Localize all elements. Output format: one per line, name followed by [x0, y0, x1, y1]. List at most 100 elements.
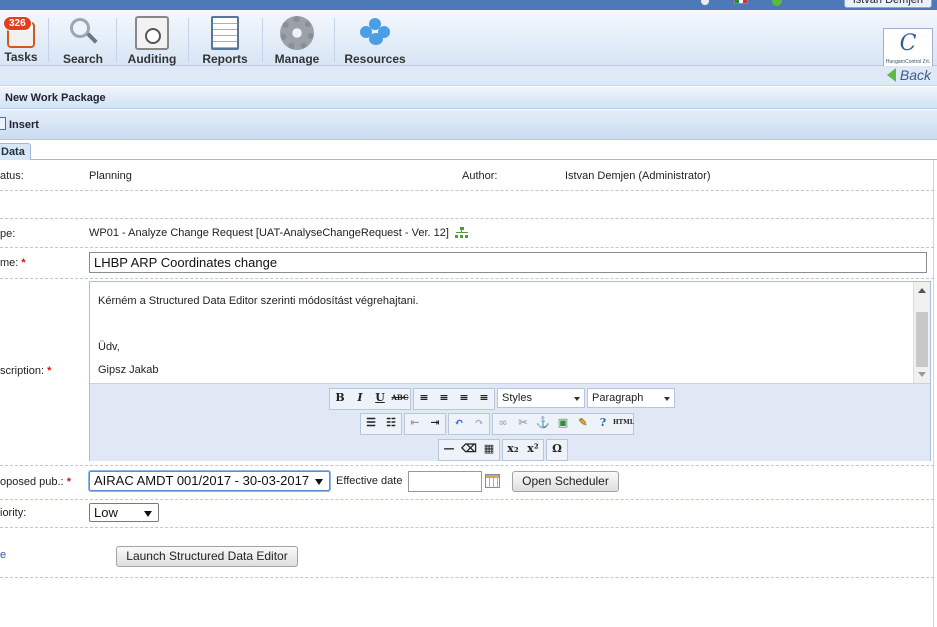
italic-icon[interactable]: I [350, 389, 370, 409]
undo-icon[interactable]: ↶ [449, 414, 469, 434]
tab-data[interactable]: Data [0, 143, 31, 160]
chevron-down-icon [664, 397, 670, 401]
launch-structured-data-editor-button[interactable]: Launch Structured Data Editor [116, 546, 298, 567]
back-arrow-icon [886, 68, 896, 82]
auditing-button[interactable]: Auditing [124, 10, 180, 66]
align-justify-icon[interactable]: ≡ [474, 389, 494, 409]
info-icon[interactable] [700, 0, 710, 6]
editor-toolbar: B I U ABC ≡ ≡ ≡ ≡ Styles Paragraph ☰ ☷ ⇤… [90, 383, 930, 461]
bold-icon[interactable]: B [330, 389, 350, 409]
scroll-thumb[interactable] [916, 312, 928, 367]
priority-value: Low [94, 505, 118, 520]
search-button[interactable]: Search [58, 10, 108, 66]
underline-icon[interactable]: U [370, 389, 390, 409]
link-icon[interactable]: ∞ [493, 414, 513, 434]
indent-icon[interactable]: ⇥ [425, 414, 445, 434]
proposed-pub-label: oposed pub.: [0, 476, 64, 488]
status-icons [700, 0, 782, 8]
align-right-icon[interactable]: ≡ [454, 389, 474, 409]
subscript-icon[interactable]: x₂ [503, 440, 523, 460]
proposed-pub-select[interactable]: AIRAC AMDT 001/2017 - 30-03-2017 [89, 471, 330, 491]
description-line: Kérném a Structured Data Editor szerinti… [98, 295, 419, 307]
reports-button[interactable]: Reports [198, 10, 252, 66]
effective-date-label: Effective date [336, 475, 403, 487]
name-input[interactable]: LHBP ARP Coordinates change [89, 252, 927, 273]
user-menu[interactable]: Istvan Demjen [843, 0, 932, 8]
tasks-count-badge: 326 [3, 16, 32, 31]
description-text-area[interactable]: Kérném a Structured Data Editor szerinti… [90, 282, 914, 383]
image-icon[interactable]: ▣ [553, 414, 573, 434]
toolbar-divider [48, 18, 49, 62]
page-title: New Work Package [5, 92, 106, 104]
list-group: ☰ ☷ [360, 413, 402, 435]
bullet-list-icon[interactable]: ☰ [361, 414, 381, 434]
editor-toolbar-row-1: B I U ABC ≡ ≡ ≡ ≡ Styles Paragraph [329, 388, 675, 410]
required-mark: * [47, 365, 52, 377]
styles-dropdown-label: Styles [502, 392, 532, 404]
tasks-button[interactable]: Tasks 326 [0, 10, 42, 66]
unlink-icon[interactable]: ✂ [513, 414, 533, 434]
scroll-down-icon[interactable] [918, 372, 926, 377]
align-left-icon[interactable]: ≡ [414, 389, 434, 409]
description-editor: Kérném a Structured Data Editor szerinti… [89, 281, 931, 461]
special-character-icon[interactable]: Ω [547, 440, 567, 460]
redo-icon[interactable]: ↷ [469, 414, 489, 434]
resources-button[interactable]: Resources [344, 10, 406, 66]
eraser-icon[interactable]: ⌫ [459, 440, 479, 460]
status-value: Planning [89, 170, 132, 182]
misc-group: — ⌫ ▦ [438, 439, 500, 461]
action-bar: Insert [0, 110, 937, 140]
strikethrough-icon[interactable]: ABC [390, 389, 410, 409]
insert-button[interactable]: Insert [0, 117, 39, 131]
outdent-icon[interactable]: ⇤ [405, 414, 425, 434]
effective-date-input[interactable] [408, 471, 482, 492]
table-icon[interactable]: ▦ [479, 440, 499, 460]
help-icon[interactable]: ? [593, 414, 613, 434]
language-flag-icon[interactable] [734, 0, 748, 4]
superscript-icon[interactable]: x² [523, 440, 543, 460]
priority-select[interactable]: Low [89, 503, 159, 522]
toolbar-divider [116, 18, 117, 62]
description-label-wrap: scription: * [0, 365, 51, 377]
horizontal-rule-icon[interactable]: — [439, 440, 459, 460]
styles-dropdown[interactable]: Styles [497, 388, 585, 408]
tasks-label: Tasks [4, 50, 38, 64]
row-divider [0, 190, 934, 191]
reports-label: Reports [202, 52, 248, 66]
format-dropdown[interactable]: Paragraph [587, 388, 675, 408]
people-icon [358, 16, 392, 50]
cleanup-brush-icon[interactable]: ✎ [573, 414, 593, 434]
anchor-icon[interactable]: ⚓ [533, 414, 553, 434]
chevron-down-icon [315, 479, 323, 485]
numbered-list-icon[interactable]: ☷ [381, 414, 401, 434]
editor-toolbar-row-2: ☰ ☷ ⇤ ⇥ ↶ ↷ ∞ ✂ ⚓ ▣ ✎ ? HTML [360, 413, 634, 435]
tab-strip: Data [0, 143, 937, 160]
toolbar-divider [262, 18, 263, 62]
hierarchy-icon[interactable] [454, 227, 469, 238]
auditing-clock-icon [135, 16, 169, 50]
logo-text: HungaroControl Zrt. [885, 59, 931, 65]
scroll-up-icon[interactable] [918, 288, 926, 293]
chevron-down-icon [574, 397, 580, 401]
type-value-wrap: WP01 - Analyze Change Request [UAT-Analy… [89, 227, 469, 239]
open-scheduler-button[interactable]: Open Scheduler [512, 471, 619, 492]
html-source-icon[interactable]: HTML [613, 414, 634, 434]
history-group: ↶ ↷ [448, 413, 490, 435]
editor-scrollbar[interactable] [913, 282, 930, 383]
back-link[interactable]: Back [886, 67, 931, 83]
priority-label: iority: [0, 507, 27, 519]
editor-toolbar-row-3: — ⌫ ▦ x₂ x² Ω [438, 439, 568, 461]
auditing-label: Auditing [127, 52, 177, 66]
description-label: scription: [0, 365, 45, 377]
calendar-icon[interactable] [485, 474, 500, 488]
description-line: Üdv, [98, 341, 120, 353]
sde-row-marker: e [0, 549, 7, 561]
main-toolbar: Tasks 326 Search Auditing Reports Manage… [0, 10, 937, 70]
manage-button[interactable]: Manage [272, 10, 322, 66]
special-char-group: Ω [546, 439, 568, 461]
script-group: x₂ x² [502, 439, 544, 461]
alignment-group: ≡ ≡ ≡ ≡ [413, 388, 495, 410]
back-label: Back [899, 67, 931, 83]
align-center-icon[interactable]: ≡ [434, 389, 454, 409]
type-label: pe: [0, 228, 16, 240]
